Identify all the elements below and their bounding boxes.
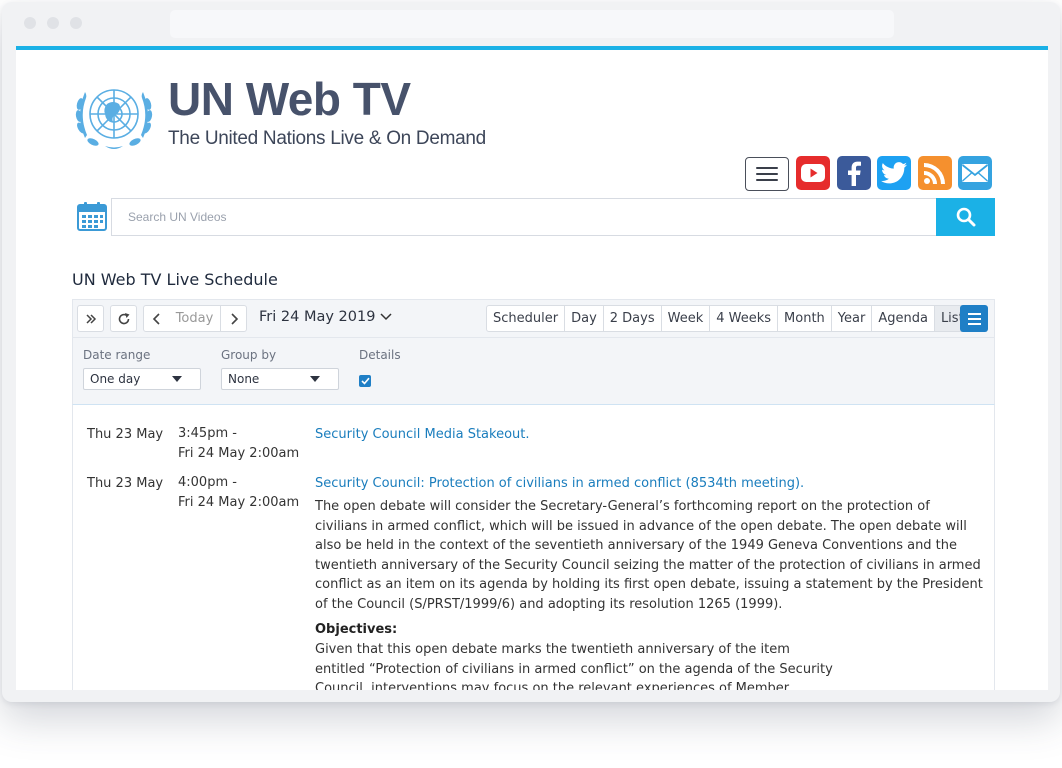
un-emblem-logo[interactable] [71, 78, 157, 154]
view-tab-month[interactable]: Month [777, 306, 831, 331]
search-input[interactable] [111, 198, 937, 236]
date-range-value: One day [90, 372, 141, 386]
date-range-select[interactable]: One day [83, 368, 201, 390]
view-tab-year[interactable]: Year [830, 306, 872, 331]
event-time-end: Fri 24 May 2:00am [178, 494, 300, 510]
details-label: Details [359, 348, 401, 362]
refresh-button[interactable] [110, 305, 137, 332]
email-icon[interactable] [958, 156, 992, 190]
caret-down-icon [310, 376, 320, 382]
event-time-start: 4:00pm - [178, 475, 237, 490]
view-tab-4-weeks[interactable]: 4 Weeks [709, 306, 777, 331]
window-close-dot[interactable] [24, 17, 36, 29]
checkmark-icon [360, 377, 370, 385]
site-subtitle: The United Nations Live & On Demand [168, 128, 486, 149]
youtube-icon[interactable] [796, 156, 830, 190]
event-list: Thu 23 May 3:45pm - Fri 24 May 2:00am Se… [72, 405, 995, 690]
chevron-left-icon [152, 312, 160, 325]
hamburger-menu-button[interactable] [745, 157, 789, 191]
current-date-label: Fri 24 May 2019 [259, 309, 376, 325]
next-button[interactable] [220, 305, 247, 332]
view-tab-2-days[interactable]: 2 Days [602, 306, 661, 331]
facebook-icon[interactable] [837, 156, 871, 190]
window-maximize-dot[interactable] [70, 17, 82, 29]
view-tab-week[interactable]: Week [660, 306, 710, 331]
event-objectives-heading: Objectives: [315, 622, 398, 637]
event-objectives-text: Given that this open debate marks the tw… [315, 642, 833, 690]
event-time-end: Fri 24 May 2:00am [178, 445, 300, 461]
event-time-start: 3:45pm - [178, 426, 237, 441]
filters-panel: Date range One day Group by None Details [72, 337, 995, 405]
schedule-title: UN Web TV Live Schedule [72, 270, 278, 289]
event-description: The open debate will consider the Secret… [315, 499, 983, 612]
today-button[interactable]: Today [169, 305, 221, 332]
caret-down-icon [172, 376, 182, 382]
view-tab-agenda[interactable]: Agenda [871, 306, 934, 331]
date-range-label: Date range [83, 348, 151, 362]
view-tab-day[interactable]: Day [564, 306, 603, 331]
browser-window: UN Web TV The United Nations Live & On D… [2, 2, 1060, 702]
options-menu-button[interactable] [960, 305, 988, 332]
details-checkbox[interactable] [359, 375, 371, 387]
group-by-label: Group by [221, 348, 277, 362]
view-switcher: Scheduler Day 2 Days Week 4 Weeks Month … [486, 305, 971, 332]
view-tab-scheduler[interactable]: Scheduler [487, 306, 564, 331]
prev-button[interactable] [143, 305, 170, 332]
browser-titlebar [2, 2, 1060, 46]
current-date-dropdown[interactable]: Fri 24 May 2019 [259, 309, 392, 325]
search-icon [956, 207, 975, 227]
rss-icon[interactable] [918, 156, 952, 190]
page-content: UN Web TV The United Nations Live & On D… [16, 46, 1048, 690]
event-date: Thu 23 May [87, 476, 164, 491]
group-by-select[interactable]: None [221, 368, 339, 390]
group-by-value: None [228, 372, 260, 386]
event-title-link[interactable]: Security Council: Protection of civilian… [315, 476, 804, 491]
chevron-right-icon [230, 312, 238, 325]
expand-button[interactable] [77, 305, 104, 332]
site-title[interactable]: UN Web TV [168, 72, 411, 126]
address-bar[interactable] [170, 10, 894, 38]
event-title-link[interactable]: Security Council Media Stakeout. [315, 427, 530, 442]
schedule-toolbar: Today Fri 24 May 2019 Scheduler Day 2 Da… [72, 299, 995, 337]
event-time: 3:45pm - Fri 24 May 2:00am [178, 424, 299, 463]
double-chevron-right-icon [85, 313, 96, 324]
event-date: Thu 23 May [87, 427, 164, 442]
search-button[interactable] [936, 198, 995, 236]
refresh-icon [118, 312, 129, 324]
event-time: 4:00pm - Fri 24 May 2:00am [178, 473, 299, 512]
window-minimize-dot[interactable] [47, 17, 59, 29]
chevron-down-icon [380, 313, 392, 321]
calendar-icon[interactable] [76, 200, 108, 232]
twitter-icon[interactable] [877, 156, 911, 190]
